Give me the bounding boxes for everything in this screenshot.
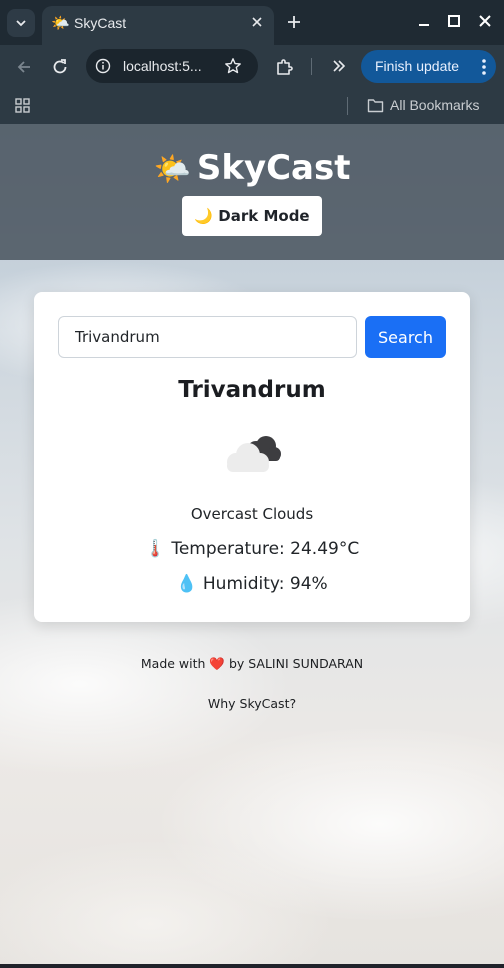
browser-toolbar: localhost:5... Finish update [0,45,504,88]
tab-strip: 🌤️ SkyCast [0,0,504,45]
why-skycast-link[interactable]: Why SkyCast? [0,695,504,713]
folder-icon [367,99,384,113]
app-header: 🌤️ SkyCast 🌙 Dark Mode [0,124,504,260]
double-chevron-icon[interactable] [330,57,348,75]
finish-update-button[interactable]: Finish update [361,50,496,83]
maximize-icon[interactable] [447,14,461,28]
city-search-input[interactable] [58,316,357,358]
url-text[interactable]: localhost:5... [123,57,202,75]
toolbar-divider [311,58,312,75]
more-vertical-icon [482,59,486,75]
search-button[interactable]: Search [365,316,446,358]
extensions-icon[interactable] [274,57,294,77]
window-bottom-edge [0,964,504,968]
bookmarks-bar: All Bookmarks [0,88,504,124]
close-icon[interactable] [249,14,265,30]
weather-description: Overcast Clouds [190,505,314,523]
chevron-down-icon [16,20,26,27]
minimize-icon[interactable] [417,14,431,28]
app-title: 🌤️ SkyCast [0,146,504,192]
tab-favicon-icon: 🌤️ [51,14,70,32]
back-arrow-icon[interactable] [14,57,34,77]
site-info-icon[interactable] [95,58,111,74]
app-title-text: SkyCast [196,148,351,188]
tab-search-button[interactable] [7,9,35,37]
tab-title: SkyCast [74,15,127,31]
address-bar[interactable]: localhost:5... [86,49,258,83]
window-close-icon[interactable] [478,14,492,28]
reload-icon[interactable] [50,57,70,77]
overcast-clouds-icon [227,436,281,472]
humidity-readout: 💧 Humidity: 94% [176,574,328,594]
new-tab-icon[interactable] [284,12,304,32]
sun-cloud-logo-icon: 🌤️ [153,152,191,187]
weather-card: Search Trivandrum Overcast Clouds 🌡️ Tem… [34,292,470,622]
city-name: Trivandrum [178,377,326,403]
bookmark-star-icon[interactable] [224,57,242,75]
dark-mode-button[interactable]: 🌙 Dark Mode [182,196,322,236]
page-viewport: 🌤️SkyCast 🌙 Dark Mode Search Trivandrum … [0,124,504,964]
footer-credit: Made with ❤️ by SALINI SUNDARAN [140,656,364,671]
browser-tab[interactable]: 🌤️ SkyCast [42,6,274,45]
all-bookmarks-link[interactable]: All Bookmarks [390,96,479,114]
apps-grid-icon[interactable] [15,98,31,114]
temperature-readout: 🌡️ Temperature: 24.49°C [144,539,360,559]
finish-update-label: Finish update [375,58,460,74]
bookmarks-divider [347,97,348,115]
